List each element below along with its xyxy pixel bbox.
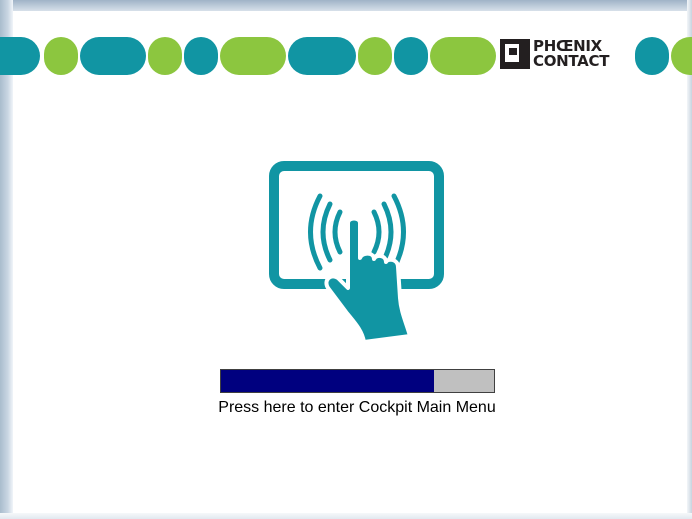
window-frame-left [0,0,13,519]
window-frame-top [0,0,692,11]
enter-main-menu-link[interactable]: Press here to enter Cockpit Main Menu [0,399,692,417]
phoenix-contact-logo: PHŒNIX CONTACT [500,39,631,73]
banner-dot [44,37,78,75]
logo-mark-icon [500,39,530,69]
banner-pill [0,37,40,75]
banner-dot [671,37,692,75]
window-frame-bottom [0,513,692,519]
banner-dot [635,37,669,75]
touch-screen-hand-icon[interactable] [268,160,448,345]
banner-dot [148,37,182,75]
splash-screen[interactable]: PHŒNIX CONTACT Press here to enter Cockp… [0,0,692,519]
banner-pill [430,37,496,75]
banner-dot [394,37,428,75]
progress-bar [220,369,495,393]
banner-pill [288,37,356,75]
banner-pill [80,37,146,75]
window-frame-right [687,0,692,519]
logo-word-bottom: CONTACT [533,52,610,70]
banner-dot [184,37,218,75]
progress-bar-fill [221,370,434,392]
banner-dot [358,37,392,75]
banner-pill [220,37,286,75]
